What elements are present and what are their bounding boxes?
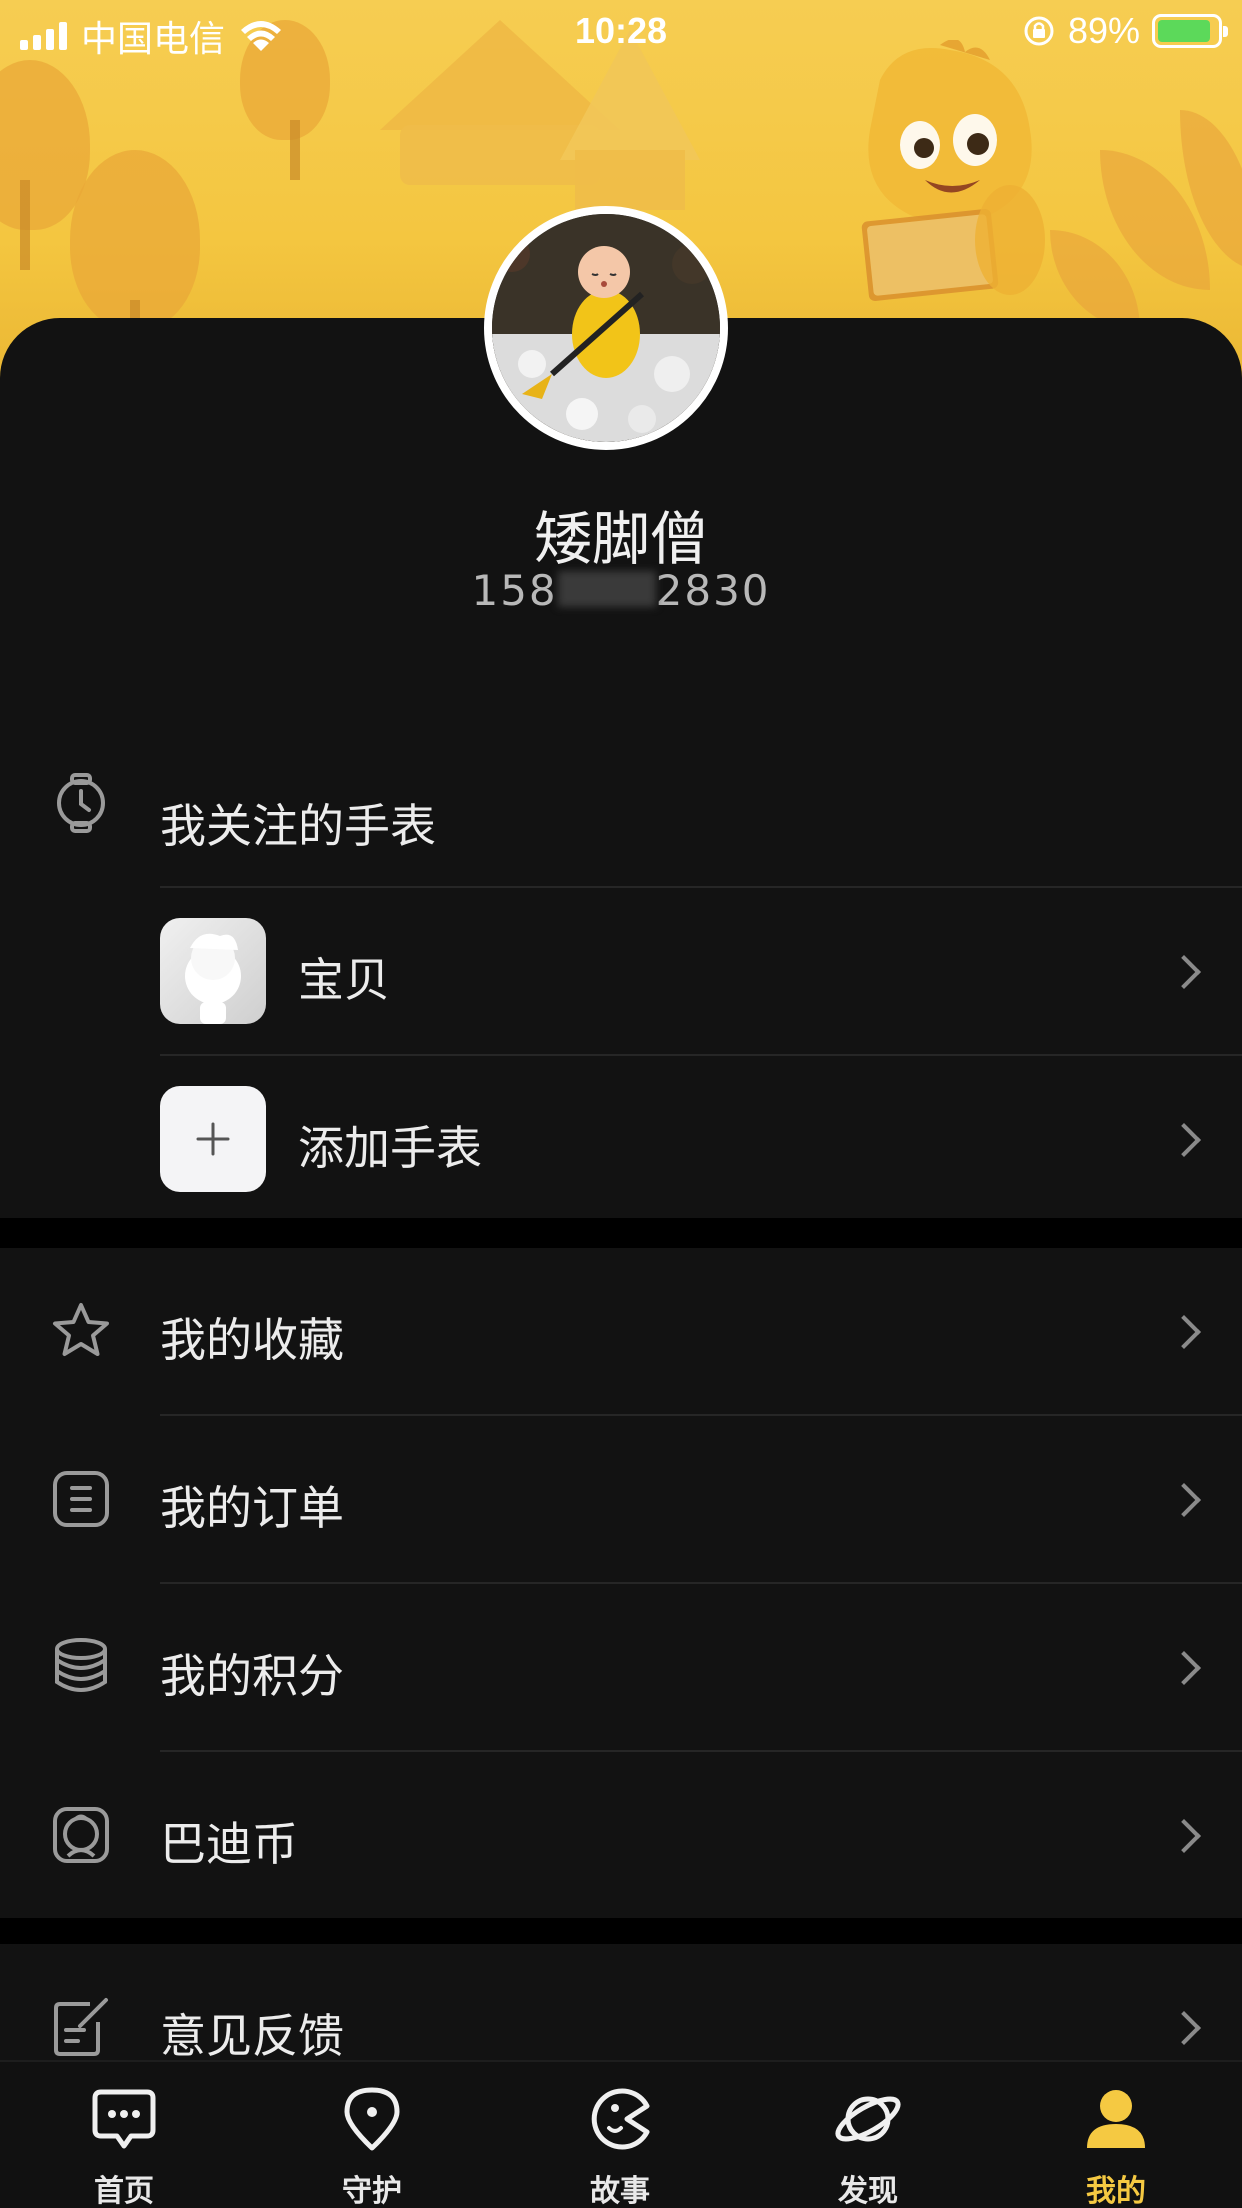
phone-suffix: 2830 <box>655 566 771 615</box>
watch-item-baby[interactable]: 宝贝 <box>0 888 1242 1054</box>
chevron-right-icon <box>1167 1819 1201 1853</box>
avatar-photo <box>492 214 720 442</box>
phone-prefix: 158 <box>471 566 558 615</box>
section-separator <box>0 1918 1242 1944</box>
tab-label: 守护 <box>342 2174 402 2208</box>
baby-avatar-icon <box>160 918 266 1024</box>
chevron-right-icon <box>1167 955 1201 989</box>
location-pin-icon <box>344 2087 400 2151</box>
tab-label: 首页 <box>94 2174 154 2208</box>
watch-section-header: 我关注的手表 <box>0 750 1242 886</box>
tab-label: 故事 <box>590 2174 650 2208</box>
tab-guard[interactable]: 守护 <box>248 2062 496 2208</box>
section-separator <box>0 1222 1242 1248</box>
menu-label: 我的积分 <box>160 1649 344 1703</box>
add-watch-label: 添加手表 <box>298 1121 482 1175</box>
menu-label: 我的收藏 <box>160 1313 344 1367</box>
star-icon <box>53 1303 109 1356</box>
menu-label: 意见反馈 <box>160 2009 344 2063</box>
battery-icon <box>1152 14 1228 48</box>
menu-label: 我的订单 <box>160 1481 344 1535</box>
tab-discover[interactable]: 发现 <box>744 2062 992 2208</box>
plus-icon <box>160 1086 266 1192</box>
chevron-right-icon <box>1167 1651 1201 1685</box>
watch-section-title: 我关注的手表 <box>160 799 436 853</box>
tab-mine[interactable]: 我的 <box>992 2062 1240 2208</box>
badi-coin-icon <box>53 1807 109 1863</box>
menu-badi-coin[interactable]: 巴迪币 <box>0 1752 1242 1918</box>
chat-bubble-icon <box>92 2089 156 2149</box>
watch-item-label: 宝贝 <box>298 953 390 1007</box>
person-icon <box>1087 2090 1145 2148</box>
chevron-right-icon <box>1167 1123 1201 1157</box>
menu-points[interactable]: 我的积分 <box>0 1584 1242 1750</box>
status-bar: 中国电信 10:28 89% <box>0 0 1242 62</box>
add-watch-button[interactable]: 添加手表 <box>0 1056 1242 1222</box>
phone-masked-digits <box>557 571 656 607</box>
menu-favorites[interactable]: 我的收藏 <box>0 1248 1242 1414</box>
tab-label: 我的 <box>1086 2174 1146 2208</box>
feedback-icon <box>54 1998 108 2056</box>
planet-icon <box>835 2096 901 2142</box>
mascot-illustration <box>861 40 1045 301</box>
tab-story[interactable]: 故事 <box>496 2062 744 2208</box>
bottom-tab-bar: 首页 守护 故事 发现 我的 <box>0 2060 1242 2208</box>
user-phone: 158 2830 <box>0 566 1242 615</box>
user-avatar[interactable] <box>484 206 728 450</box>
menu-orders[interactable]: 我的订单 <box>0 1416 1242 1582</box>
order-list-icon <box>53 1471 109 1527</box>
watch-icon <box>57 773 105 833</box>
rotation-lock-icon <box>1024 16 1054 46</box>
chevron-right-icon <box>1167 2011 1201 2045</box>
chevron-right-icon <box>1167 1483 1201 1517</box>
pacman-icon <box>591 2088 650 2150</box>
user-name: 矮脚僧 <box>533 505 708 573</box>
coin-stack-icon <box>55 1638 107 1692</box>
chevron-right-icon <box>1167 1315 1201 1349</box>
tab-label: 发现 <box>838 2174 898 2208</box>
tab-home[interactable]: 首页 <box>0 2062 248 2208</box>
menu-label: 巴迪币 <box>160 1817 298 1871</box>
battery-percent: 89% <box>1067 10 1140 51</box>
